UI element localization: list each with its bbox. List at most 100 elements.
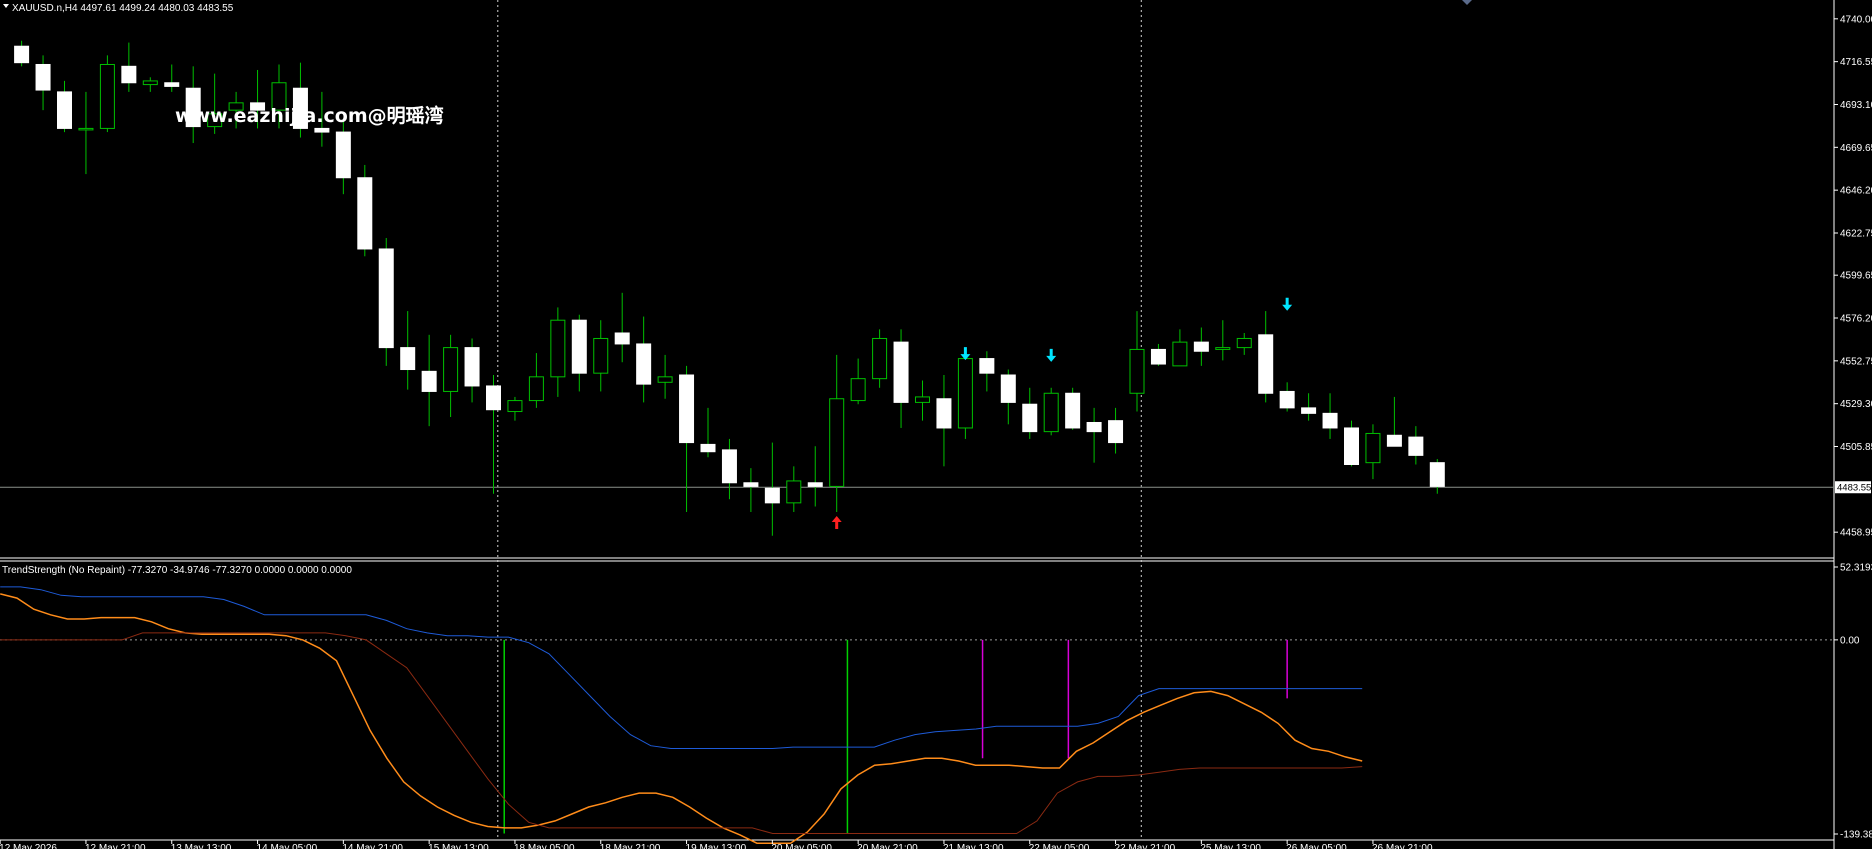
candle-body xyxy=(1172,341,1188,367)
candle-body xyxy=(121,65,137,84)
candle-body xyxy=(550,319,566,378)
time-tick-label: 18 May 21:00 xyxy=(600,843,661,849)
candle-body xyxy=(721,449,737,484)
candle-body xyxy=(571,319,587,374)
candle-body xyxy=(357,177,373,250)
candle-body xyxy=(142,80,158,86)
candle-body xyxy=(829,398,845,487)
time-tick-label: 20 May 21:00 xyxy=(857,843,918,849)
candle-body xyxy=(528,376,544,402)
candle-body xyxy=(57,91,72,129)
time-tick-label: 20 May 05:00 xyxy=(771,843,832,849)
price-tick-label: 4529.30 xyxy=(1840,399,1872,410)
time-tick-label: 26 May 05:00 xyxy=(1286,843,1347,849)
candle-body xyxy=(314,127,330,133)
candle-body xyxy=(99,63,115,129)
time-tick-label: 14 May 21:00 xyxy=(342,843,403,849)
candle-body xyxy=(1043,392,1059,433)
candle-body xyxy=(1086,421,1102,433)
candle-body xyxy=(1022,403,1038,433)
indicator-tick-label: 0.00 xyxy=(1840,635,1860,646)
price-tick-label: 4693.10 xyxy=(1840,100,1872,111)
indicator-tick-label: 52.3193 xyxy=(1840,563,1872,574)
candle-body xyxy=(507,400,523,413)
candle-body xyxy=(872,337,888,380)
chart-canvas[interactable]: 4740.00 4716.55 4693.10 4669.65 4646.20 4622.… xyxy=(0,0,1872,849)
candle-body xyxy=(957,358,973,429)
time-tick-label: 19 May 13:00 xyxy=(686,843,747,849)
time-tick-label: 12 May 21:00 xyxy=(85,843,146,849)
candle-body xyxy=(593,337,609,374)
time-tick-label: 22 May 05:00 xyxy=(1029,843,1090,849)
candle-body xyxy=(1408,436,1424,456)
candle-body xyxy=(679,374,695,444)
candle-body xyxy=(1129,348,1145,394)
candle-body xyxy=(1386,434,1402,447)
candle-body xyxy=(743,482,759,487)
main-chart-title: XAUUSD.n,H4 4497.61 4499.24 4480.03 4483… xyxy=(12,3,234,14)
candle[interactable] xyxy=(872,329,888,388)
candle-body xyxy=(893,341,909,403)
candle-body xyxy=(464,347,480,387)
candle-body xyxy=(164,82,180,87)
candle-body xyxy=(764,487,780,504)
price-tick-label: 4716.55 xyxy=(1840,57,1872,68)
candle[interactable] xyxy=(378,238,394,366)
candle-body xyxy=(1301,407,1317,414)
chart-background xyxy=(0,0,1872,849)
candle-body xyxy=(1065,392,1081,429)
candle[interactable] xyxy=(1344,420,1359,467)
indicator-title: TrendStrength (No Repaint) -77.3270 -34.… xyxy=(2,565,352,576)
candle-body xyxy=(936,398,952,429)
candle-body xyxy=(915,396,930,403)
candle-body xyxy=(486,385,501,411)
time-tick-label: 18 May 05:00 xyxy=(514,843,575,849)
time-tick-label: 22 May 21:00 xyxy=(1115,843,1176,849)
candle[interactable] xyxy=(1065,387,1081,430)
candle[interactable] xyxy=(99,55,115,133)
candle-body xyxy=(850,378,866,402)
current-price-label: 4483.55 xyxy=(1837,483,1871,494)
price-tick-label: 4599.65 xyxy=(1840,271,1872,282)
time-tick-label: 12 May 2026 xyxy=(0,843,57,849)
candle[interactable] xyxy=(1043,387,1059,436)
candle-body xyxy=(1322,412,1338,429)
candle-body xyxy=(443,347,459,392)
price-tick-label: 4622.75 xyxy=(1840,228,1872,239)
candle-body xyxy=(1193,341,1209,352)
price-tick-label: 4576.20 xyxy=(1840,314,1872,325)
candle-body xyxy=(1258,334,1274,394)
candle-body xyxy=(1000,374,1016,403)
watermark: www.eazhijia.com@明瑶湾 xyxy=(175,104,444,127)
candle[interactable] xyxy=(357,164,373,257)
price-tick-label: 4505.85 xyxy=(1840,442,1872,453)
candle-body xyxy=(657,376,673,383)
candle-body xyxy=(421,370,437,392)
candle-body xyxy=(1365,432,1381,464)
price-tick-label: 4458.95 xyxy=(1840,528,1872,539)
candle-body xyxy=(700,443,716,453)
candle-body xyxy=(335,131,351,179)
price-tick-label: 4646.20 xyxy=(1840,186,1872,197)
candle-body xyxy=(979,358,995,374)
candle-body xyxy=(786,480,802,504)
price-tick-label: 4740.00 xyxy=(1840,14,1872,25)
time-tick-label: 21 May 13:00 xyxy=(943,843,1004,849)
candle-body xyxy=(1215,347,1231,350)
price-tick-label: 4552.75 xyxy=(1840,356,1872,367)
time-tick-label: 15 May 13:00 xyxy=(428,843,489,849)
price-tick-label: 4669.65 xyxy=(1840,143,1872,154)
candle-body xyxy=(807,482,823,487)
candle-body xyxy=(35,63,51,91)
time-tick-label: 14 May 05:00 xyxy=(257,843,318,849)
candle[interactable] xyxy=(957,347,973,439)
candle-body xyxy=(1150,348,1166,365)
candle-body xyxy=(1429,462,1445,487)
candle-body xyxy=(1236,337,1252,349)
candle-body xyxy=(378,248,394,349)
time-tick-label: 25 May 13:00 xyxy=(1200,843,1261,849)
time-tick-label: 26 May 21:00 xyxy=(1372,843,1433,849)
candle-body xyxy=(78,127,94,131)
candle-body xyxy=(1108,420,1124,444)
time-tick-label: 13 May 13:00 xyxy=(171,843,232,849)
